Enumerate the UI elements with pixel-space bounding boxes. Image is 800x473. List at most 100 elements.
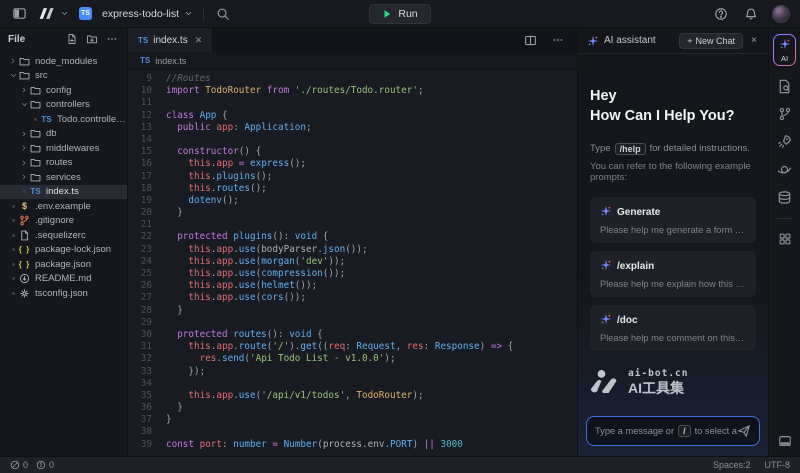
watermark: ai-bot.cn AI工具集 — [590, 369, 756, 396]
line-number: 15 — [128, 146, 166, 158]
sidebar-toggle-icon[interactable] — [10, 5, 28, 23]
code-line-17: 17 this.plugins(); — [128, 171, 577, 183]
line-number: 33 — [128, 366, 166, 378]
line-number: 25 — [128, 268, 166, 280]
avatar[interactable] — [772, 5, 790, 23]
ai-panel-title: AI assistant — [604, 35, 674, 46]
tree-item-Todo.controller.ts[interactable]: TSTodo.controller.ts — [0, 112, 127, 127]
sparkle-icon — [600, 259, 612, 274]
code-line-19: 19 dotenv(); — [128, 195, 577, 207]
indentation-setting[interactable]: Spaces:2 — [713, 460, 751, 470]
line-number: 35 — [128, 390, 166, 402]
prompt-title: Generate — [617, 207, 660, 218]
doc-search-icon[interactable] — [777, 79, 792, 94]
modified-dot — [8, 277, 18, 280]
tree-item-.env.example[interactable]: $.env.example — [0, 199, 127, 214]
sparkle-icon — [779, 38, 791, 53]
run-button[interactable]: Run — [369, 4, 430, 24]
tree-item-routes[interactable]: routes — [0, 156, 127, 171]
tree-item-label: node_modules — [35, 56, 97, 67]
tree-item-services[interactable]: services — [0, 170, 127, 185]
ai-assistant-tab[interactable]: AI — [773, 34, 796, 66]
new-file-icon[interactable] — [65, 32, 79, 46]
search-icon[interactable] — [214, 5, 232, 23]
code-line-22: 22 protected plugins(): void { — [128, 231, 577, 243]
send-icon[interactable] — [737, 424, 751, 438]
line-number: 31 — [128, 341, 166, 353]
line-number: 29 — [128, 317, 166, 329]
tree-item-package.json[interactable]: { }package.json — [0, 257, 127, 272]
code-area[interactable]: 9//Routes10import TodoRouter from './rou… — [128, 70, 577, 456]
tree-item-index.ts[interactable]: TSindex.ts — [0, 185, 127, 200]
error-count[interactable]: 0 — [10, 460, 28, 470]
code-text: protected plugins(): void { — [166, 231, 328, 243]
code-line-14: 14 — [128, 134, 577, 146]
project-name[interactable]: express-todo-list — [102, 5, 193, 23]
help-icon[interactable] — [712, 5, 730, 23]
code-line-31: 31 this.app.route('/').get((req: Request… — [128, 341, 577, 353]
tree-item-controllers[interactable]: controllers — [0, 98, 127, 113]
encoding-setting[interactable]: UTF-8 — [765, 460, 791, 470]
more-icon[interactable] — [105, 32, 119, 46]
readme-icon — [18, 273, 31, 284]
chevron-right-icon — [19, 130, 29, 138]
bell-icon[interactable] — [742, 5, 760, 23]
chevron-right-icon — [19, 173, 29, 181]
code-line-37: 37} — [128, 414, 577, 426]
git-branch-icon[interactable] — [778, 107, 792, 121]
tree-item-src[interactable]: src — [0, 69, 127, 84]
chevron-down-icon — [19, 100, 29, 109]
code-line-25: 25 this.app.use(compression()); — [128, 268, 577, 280]
tree-item-node_modules[interactable]: node_modules — [0, 54, 127, 69]
line-number: 34 — [128, 378, 166, 390]
code-line-34: 34 — [128, 378, 577, 390]
preview-icon[interactable] — [777, 162, 792, 177]
code-line-39: 39const port: number = Number(process.en… — [128, 439, 577, 451]
more-icon[interactable] — [549, 31, 567, 49]
tree-item-.gitignore[interactable]: .gitignore — [0, 214, 127, 229]
line-number: 16 — [128, 158, 166, 170]
chat-input[interactable]: Type a message or / to select a instruct… — [586, 416, 760, 446]
prompt-card-Generate[interactable]: GeneratePlease help me generate a form c… — [590, 197, 756, 243]
prompt-card-doc[interactable]: /docPlease help me comment on this code. — [590, 305, 756, 351]
code-line-15: 15 constructor() { — [128, 146, 577, 158]
tree-item-README.md[interactable]: README.md — [0, 272, 127, 287]
tree-item-.sequelizerc[interactable]: .sequelizerc — [0, 228, 127, 243]
chevron-right-icon — [8, 57, 18, 65]
line-number: 27 — [128, 292, 166, 304]
breadcrumb[interactable]: TS index.ts — [128, 52, 577, 70]
tree-item-db[interactable]: db — [0, 127, 127, 142]
deploy-icon[interactable] — [777, 134, 792, 149]
code-line-16: 16 this.app = express(); — [128, 158, 577, 170]
tree-item-package-lock.json[interactable]: { }package-lock.json — [0, 243, 127, 258]
line-number: 17 — [128, 171, 166, 183]
tree-item-label: .sequelizerc — [35, 230, 86, 241]
code-line-9: 9//Routes — [128, 73, 577, 85]
apps-grid-icon[interactable] — [778, 232, 792, 246]
app-logo[interactable] — [38, 5, 69, 23]
close-icon[interactable]: ✕ — [195, 35, 203, 46]
prompt-card-explain[interactable]: /explainPlease help me explain how this … — [590, 251, 756, 297]
tree-item-middlewares[interactable]: middlewares — [0, 141, 127, 156]
code-line-23: 23 this.app.use(bodyParser.json()); — [128, 244, 577, 256]
code-line-29: 29 — [128, 317, 577, 329]
folder-icon — [29, 85, 42, 96]
tree-item-config[interactable]: config — [0, 83, 127, 98]
code-text: } — [166, 402, 183, 414]
tree-item-label: .gitignore — [35, 215, 74, 226]
tree-item-tsconfig.json[interactable]: tsconfig.json — [0, 286, 127, 301]
tree-item-label: routes — [46, 157, 72, 168]
typescript-icon: TS — [29, 187, 42, 196]
tree-item-label: src — [35, 70, 48, 81]
prompts-intro: You can refer to the following example p… — [590, 161, 756, 183]
code-text: } — [166, 207, 183, 219]
code-line-24: 24 this.app.use(morgan('dev')); — [128, 256, 577, 268]
bottom-panel-icon[interactable] — [778, 434, 792, 448]
new-folder-icon[interactable] — [85, 32, 99, 46]
database-icon[interactable] — [777, 190, 792, 205]
tab-index-ts[interactable]: TS index.ts ✕ — [128, 28, 213, 52]
new-chat-button[interactable]: + New Chat — [679, 33, 743, 49]
close-icon[interactable]: × — [748, 32, 760, 50]
info-count[interactable]: 0 — [36, 460, 54, 470]
split-editor-icon[interactable] — [521, 31, 539, 49]
